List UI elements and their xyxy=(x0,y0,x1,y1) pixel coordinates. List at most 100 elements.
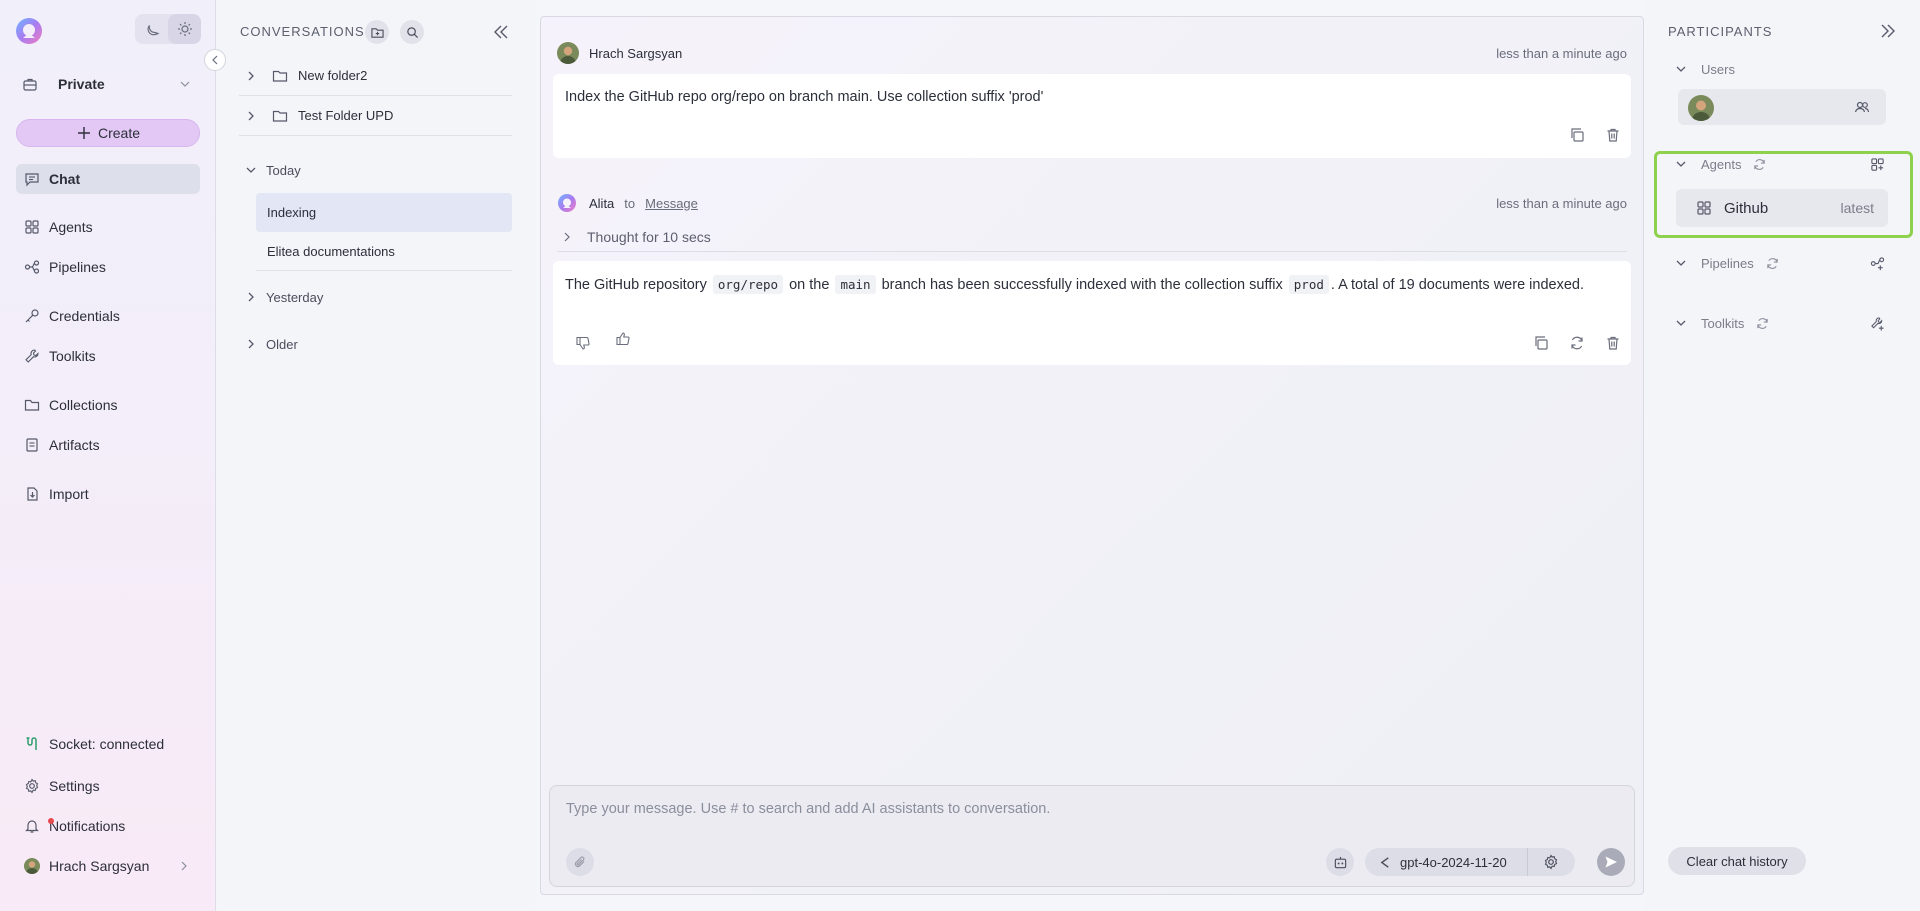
collapse-sidebar-button[interactable] xyxy=(204,49,226,71)
nav-item-chat[interactable]: Chat xyxy=(16,164,200,194)
nav-item-notifications[interactable]: Notifications xyxy=(16,811,200,841)
clear-chat-history-button[interactable]: Clear chat history xyxy=(1668,847,1806,875)
user-menu[interactable]: Hrach Sargsyan xyxy=(16,851,200,881)
pipelines-section[interactable]: Pipelines xyxy=(1675,251,1885,275)
message-target-link[interactable]: Message xyxy=(645,196,698,211)
folder-item[interactable]: Test Folder UPD xyxy=(239,96,512,136)
collapse-participants-button[interactable] xyxy=(1879,22,1897,40)
bell-icon xyxy=(24,818,40,834)
nav-item-agents[interactable]: Agents xyxy=(16,212,200,242)
refresh-icon[interactable] xyxy=(1753,158,1766,171)
agent-item[interactable]: Github latest xyxy=(1676,189,1888,227)
thought-toggle[interactable]: Thought for 10 secs xyxy=(557,222,1627,252)
attach-button[interactable] xyxy=(566,848,594,876)
folder-name: Test Folder UPD xyxy=(298,108,394,123)
app-logo[interactable] xyxy=(14,16,44,46)
project-name: Private xyxy=(58,76,105,92)
group-older[interactable]: Older xyxy=(239,329,512,359)
folder-icon xyxy=(272,108,288,124)
project-selector[interactable]: Private xyxy=(16,70,200,98)
nav-item-label: Collections xyxy=(49,397,118,413)
chevron-right-icon xyxy=(561,231,573,243)
pipelines-icon xyxy=(24,259,40,275)
briefcase-icon xyxy=(22,76,38,92)
group-label: Older xyxy=(266,336,298,352)
chevron-down-icon xyxy=(178,77,192,91)
folder-plus-icon xyxy=(370,26,384,39)
chevron-right-icon xyxy=(244,109,258,123)
text-fragment: . A total of 19 documents were indexed. xyxy=(1330,277,1584,293)
add-pipeline-icon[interactable] xyxy=(1870,256,1885,271)
new-folder-button[interactable] xyxy=(365,20,389,44)
thumbs-up-icon[interactable] xyxy=(615,331,631,347)
send-icon xyxy=(1604,855,1618,869)
conversation-item[interactable]: Indexing xyxy=(256,193,512,232)
users-group-icon[interactable] xyxy=(1854,99,1870,115)
model-selector[interactable]: gpt-4o-2024-11-20 xyxy=(1365,848,1575,876)
thought-label: Thought for 10 secs xyxy=(587,228,711,245)
group-today[interactable]: Today xyxy=(239,155,512,185)
gear-icon[interactable] xyxy=(1543,854,1559,870)
create-button[interactable]: Create xyxy=(16,119,200,147)
nav-item-label: Pipelines xyxy=(49,259,106,275)
nav-item-artifacts[interactable]: Artifacts xyxy=(16,430,200,460)
conversation-title: Indexing xyxy=(267,205,317,220)
copy-icon[interactable] xyxy=(1569,127,1585,143)
refresh-icon[interactable] xyxy=(1756,317,1769,330)
sun-icon xyxy=(177,21,193,37)
left-navigation: Private Create Chat Agents Pipelines Cre… xyxy=(0,0,216,911)
dark-mode-button[interactable] xyxy=(135,14,168,44)
message-time: less than a minute ago xyxy=(1496,45,1627,61)
participants-panel: PARTICIPANTS Users Agents Github latest … xyxy=(1645,0,1920,911)
avatar[interactable] xyxy=(1688,95,1714,121)
theme-toggle[interactable] xyxy=(135,14,201,44)
nav-item-credentials[interactable]: Credentials xyxy=(16,301,200,331)
nav-item-toolkits[interactable]: Toolkits xyxy=(16,341,200,371)
chevron-down-icon xyxy=(1675,158,1687,170)
import-icon xyxy=(24,486,40,502)
agent-name: Github xyxy=(1724,199,1769,217)
chevron-left-icon xyxy=(209,54,221,66)
toolkits-section[interactable]: Toolkits xyxy=(1675,311,1885,335)
text-fragment: on the xyxy=(785,277,834,293)
group-yesterday[interactable]: Yesterday xyxy=(239,282,512,312)
wrench-icon xyxy=(24,348,40,364)
delete-icon[interactable] xyxy=(1605,335,1621,351)
message-text: Index the GitHub repo org/repo on branch… xyxy=(565,89,1044,105)
nav-item-label: Settings xyxy=(49,778,100,794)
search-conversations-button[interactable] xyxy=(400,20,424,44)
regenerate-icon[interactable] xyxy=(1569,335,1585,351)
text-fragment: The GitHub repository xyxy=(565,277,711,293)
add-assistant-button[interactable] xyxy=(1326,848,1354,876)
nav-item-import[interactable]: Import xyxy=(16,479,200,509)
nav-item-label: Import xyxy=(49,486,89,502)
input-placeholder: Type your message. Use # to search and a… xyxy=(566,801,1051,817)
nav-item-pipelines[interactable]: Pipelines xyxy=(16,252,200,282)
double-chevron-right-icon xyxy=(1879,22,1897,40)
nav-item-collections[interactable]: Collections xyxy=(16,390,200,420)
message-header: Hrach Sargsyan less than a minute ago xyxy=(557,41,1627,65)
refresh-icon[interactable] xyxy=(1766,257,1779,270)
delete-icon[interactable] xyxy=(1605,127,1621,143)
conversation-item[interactable]: Elitea documentations xyxy=(256,232,512,271)
light-mode-button[interactable] xyxy=(168,14,201,44)
chevron-right-icon xyxy=(244,290,258,304)
add-agent-icon[interactable] xyxy=(1870,157,1885,172)
users-section[interactable]: Users xyxy=(1675,57,1885,81)
nav-item-label: Toolkits xyxy=(49,348,96,364)
model-name: gpt-4o-2024-11-20 xyxy=(1400,854,1507,870)
agents-section[interactable]: Agents xyxy=(1675,152,1885,176)
send-button[interactable] xyxy=(1597,848,1625,876)
chat-icon xyxy=(24,171,40,187)
copy-icon[interactable] xyxy=(1533,335,1549,351)
nav-item-label: Notifications xyxy=(49,818,126,834)
double-chevron-left-icon xyxy=(491,22,511,42)
thumbs-down-icon[interactable] xyxy=(575,335,591,351)
folder-item[interactable]: New folder2 xyxy=(239,56,512,96)
nav-item-label: Agents xyxy=(49,219,93,235)
message-input[interactable]: Type your message. Use # to search and a… xyxy=(549,785,1635,887)
section-label: Pipelines xyxy=(1701,255,1754,271)
nav-item-settings[interactable]: Settings xyxy=(16,771,200,801)
add-toolkit-icon[interactable] xyxy=(1870,316,1885,331)
collapse-conversations-button[interactable] xyxy=(491,22,511,42)
